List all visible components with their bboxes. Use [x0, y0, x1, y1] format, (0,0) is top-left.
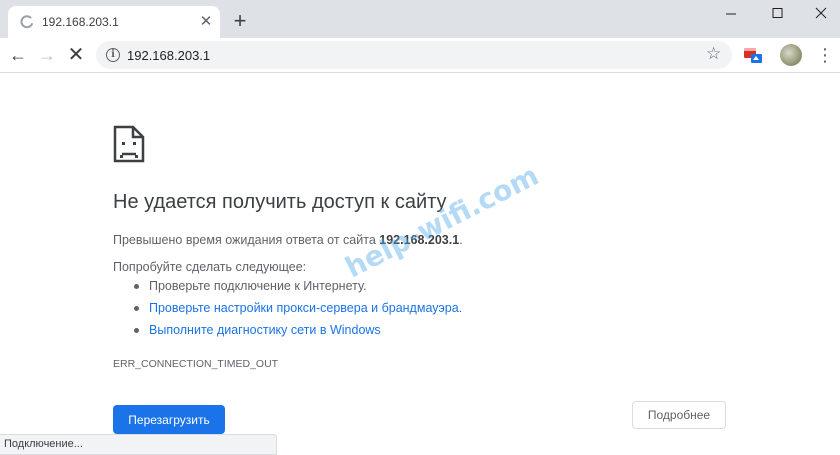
window-close-button[interactable] [798, 0, 840, 28]
watermark: help-wifi.com [340, 158, 544, 285]
error-title: Не удается получить доступ к сайту [113, 191, 447, 213]
forward-button[interactable]: → [36, 44, 58, 66]
error-description-end: . [459, 233, 463, 247]
stop-loading-button[interactable]: ✕ [65, 44, 87, 66]
bullet [134, 284, 139, 289]
status-bar: Подключение... [0, 434, 277, 455]
loading-spinner-icon [20, 15, 33, 29]
suggestion-text: Проверьте подключение к Интернету. [149, 279, 367, 293]
suggestions-heading: Попробуйте сделать следующее: [113, 260, 307, 274]
tab-active[interactable]: 192.168.203.1 ✕ [8, 6, 220, 38]
profile-avatar[interactable] [780, 44, 802, 66]
address-bar[interactable]: i 192.168.203.1 ☆ [96, 41, 732, 69]
close-icon [815, 7, 827, 19]
browser-toolbar: ← → ✕ i 192.168.203.1 ☆ [0, 38, 840, 73]
maximize-button[interactable] [754, 0, 800, 28]
reload-button[interactable]: Перезагрузить [113, 405, 225, 434]
menu-icon[interactable]: ⋮ [816, 42, 834, 68]
new-tab-button[interactable]: + [230, 10, 250, 32]
status-text: Подключение... [4, 438, 83, 450]
details-button[interactable]: Подробнее [632, 401, 726, 429]
minimize-icon [726, 13, 736, 15]
tab-close-icon[interactable]: ✕ [198, 14, 214, 30]
suggestion-link-diagnostics[interactable]: Выполните диагностику сети в Windows [149, 323, 381, 337]
error-page: Не удается получить доступ к сайту Превы… [0, 73, 840, 454]
title-bar: 192.168.203.1 ✕ + [0, 0, 840, 38]
bookmark-star-icon[interactable]: ☆ [706, 44, 721, 64]
extension-icon[interactable] [742, 44, 764, 66]
sad-page-icon [113, 125, 145, 163]
bullet [134, 306, 139, 311]
error-description-text: Превышено время ожидания ответа от сайта [113, 233, 380, 247]
tab-title: 192.168.203.1 [42, 15, 119, 29]
error-code: ERR_CONNECTION_TIMED_OUT [113, 358, 279, 370]
bullet [134, 328, 139, 333]
suggestion-link-proxy[interactable]: Проверьте настройки прокси-сервера и бра… [149, 301, 462, 315]
maximize-icon [772, 8, 783, 18]
info-icon[interactable]: i [106, 48, 120, 62]
url-text[interactable]: 192.168.203.1 [127, 48, 210, 63]
minimize-button[interactable] [708, 0, 754, 28]
back-button[interactable]: ← [7, 44, 29, 66]
